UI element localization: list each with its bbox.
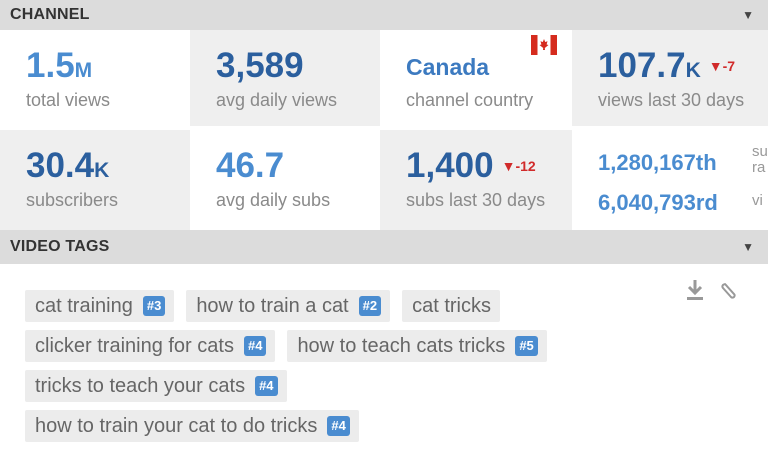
avg-daily-views-value: 3,589 (216, 46, 304, 85)
video-tag-rank-badge: #4 (243, 336, 267, 356)
video-tag[interactable]: cat training #3 (25, 290, 175, 322)
video-tags-body: cat training #3 how to train a cat #2 cat tr… (0, 264, 768, 464)
stat-subscribers: 30.4K subscribers (0, 130, 190, 230)
views-30-delta: ▼-7 (708, 58, 736, 74)
caret-down-icon[interactable]: ▼ (742, 8, 754, 22)
channel-stats-grid: 1.5M total views 3,589 avg daily views C… (0, 30, 768, 230)
video-tags-header-title: VIDEO TAGS (10, 238, 110, 255)
subscriber-rank-side-label: su ra (752, 143, 768, 176)
video-tag[interactable]: how to teach cats tricks #5 (287, 330, 547, 362)
video-tag-text: tricks to teach your cats (35, 374, 246, 397)
tags-list: cat training #3 how to train a cat #2 cat tr… (25, 290, 685, 450)
stat-channel-country: Canada channel country (380, 30, 572, 126)
video-tag-rank-badge: #2 (358, 296, 382, 316)
video-tag[interactable]: how to train a cat #2 (186, 290, 391, 322)
video-tags-section-header[interactable]: VIDEO TAGS ▼ (0, 230, 768, 264)
subs-30-label: subs last 30 days (406, 190, 546, 210)
subscribers-value: 30.4K (26, 146, 110, 185)
video-tag-text: cat training (35, 294, 133, 317)
caret-down-icon[interactable]: ▼ (742, 240, 754, 254)
video-tag-text: cat tricks (412, 294, 491, 317)
video-tag[interactable]: cat tricks (402, 290, 500, 322)
tag-row: clicker training for cats #4 how to teach … (25, 330, 685, 370)
views-rank-value: 6,040,793rd (598, 190, 718, 215)
total-views-label: total views (26, 90, 111, 110)
subscribers-label: subscribers (26, 190, 119, 210)
stat-avg-daily-views: 3,589 avg daily views (190, 30, 380, 126)
subs-30-delta: ▼-12 (501, 158, 536, 174)
video-tag-text: clicker training for cats (35, 334, 234, 357)
download-icon[interactable] (684, 278, 706, 307)
video-tag[interactable]: how to train your cat to do tricks #4 (25, 410, 359, 442)
video-tag[interactable]: tricks to teach your cats #4 (25, 370, 287, 402)
views-rank-side-label: vi (752, 192, 763, 209)
tag-tools (684, 278, 740, 307)
channel-country-value: Canada (406, 54, 490, 80)
video-tag-text: how to teach cats tricks (297, 334, 506, 357)
video-tag-rank-badge: #4 (327, 416, 350, 436)
canada-flag-icon (531, 35, 557, 55)
stat-avg-daily-subs: 46.7 avg daily subs (190, 130, 380, 230)
tag-row: cat training #3 how to train a cat #2 cat tr… (25, 290, 685, 330)
channel-section-header[interactable]: CHANNEL ▼ (0, 0, 768, 30)
avg-daily-views-label: avg daily views (216, 90, 338, 110)
video-tag-text: how to train your cat to do tricks (35, 414, 318, 437)
channel-country-label: channel country (406, 90, 534, 110)
stat-subs-last-30-days: 1,400 ▼-12 subs last 30 days (380, 130, 572, 230)
tag-row: tricks to teach your cats #4 (25, 370, 685, 410)
video-tag-rank-badge: #3 (142, 296, 166, 316)
video-tag[interactable]: clicker training for cats #4 (25, 330, 276, 362)
stat-views-last-30-days: 107.7K ▼-7 views last 30 days (572, 30, 768, 126)
subscriber-rank-value: 1,280,167th (598, 150, 717, 175)
paperclip-icon[interactable] (718, 278, 740, 307)
avg-daily-subs-value: 46.7 (216, 146, 285, 185)
total-views-value: 1.5M (26, 46, 93, 85)
stat-ranks: 1,280,167th su ra 6,040,793rd vi (572, 130, 768, 230)
video-tag-text: how to train a cat (196, 294, 349, 317)
views-30-label: views last 30 days (598, 90, 745, 110)
views-30-value: 107.7K ▼-7 (598, 46, 736, 85)
video-tag-rank-badge: #4 (255, 376, 278, 396)
subs-30-value: 1,400 ▼-12 (406, 146, 536, 185)
avg-daily-subs-label: avg daily subs (216, 190, 331, 210)
channel-header-title: CHANNEL (10, 6, 90, 23)
tag-row: how to train your cat to do tricks #4 (25, 410, 685, 450)
stat-total-views: 1.5M total views (0, 30, 190, 126)
video-tag-rank-badge: #5 (515, 336, 538, 356)
